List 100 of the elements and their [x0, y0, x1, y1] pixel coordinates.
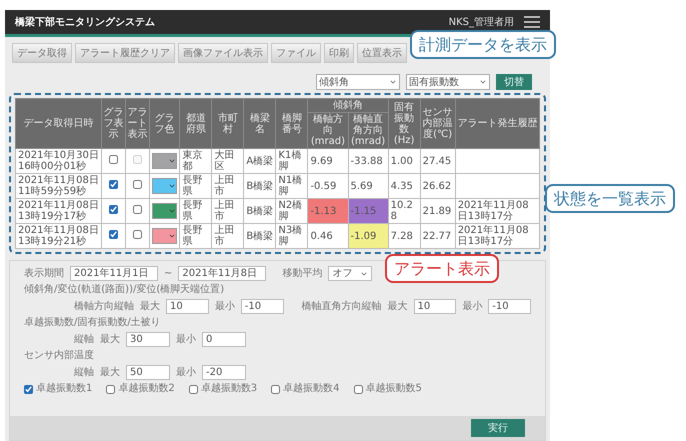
date-field[interactable]: 2021年11月1日	[70, 266, 158, 281]
callout: 状態を一覧表示	[545, 184, 675, 214]
table-cell: 2021年11月08日13時17分	[455, 224, 540, 248]
axis-label: 橋軸直角方向縦軸	[302, 300, 382, 312]
toolbar-button[interactable]: 位置表示	[357, 43, 407, 63]
toolbar-button[interactable]: ファイル	[271, 43, 321, 63]
column-header: アラート発生履歴	[455, 98, 540, 148]
column-header: データ取得日時	[16, 98, 102, 148]
graph-checkbox[interactable]	[109, 230, 118, 239]
table-cell: -33.88	[348, 148, 388, 174]
table-cell: 27.45	[420, 148, 456, 174]
field-label: 最大	[388, 300, 408, 312]
max-field[interactable]: 50	[126, 365, 170, 380]
toolbar-button[interactable]: データ取得	[12, 43, 72, 63]
alert-checkbox[interactable]	[133, 180, 142, 189]
view-select[interactable]: 固有振動数	[406, 74, 490, 90]
table-cell: A橋梁	[244, 148, 276, 174]
min-field[interactable]: -20	[202, 365, 246, 380]
app-title: 橋梁下部モニタリングシステム	[15, 15, 155, 29]
axis-label: 縦軸	[74, 334, 94, 346]
table-cell: 4.35	[388, 174, 420, 198]
column-header: グラフ色	[150, 98, 180, 148]
color-select[interactable]	[152, 203, 178, 219]
column-header: 固有振動数 (Hz)	[388, 98, 420, 148]
table-cell: B橋梁	[244, 224, 276, 248]
max-field[interactable]: 10	[414, 299, 456, 314]
checkbox-label: 卓越振動数3	[200, 383, 258, 395]
caret-icon	[168, 157, 176, 165]
table-cell: 2021年11月08日11時59分59秒	[16, 174, 102, 198]
table-cell: 22.77	[420, 224, 456, 248]
graph-checkbox[interactable]	[109, 180, 118, 189]
graph-checkbox[interactable]	[109, 155, 118, 164]
table-cell: 2021年11月08日13時17分	[455, 198, 540, 224]
min-field[interactable]: -10	[488, 299, 531, 314]
view-select[interactable]: 傾斜角	[316, 74, 400, 90]
switch-button[interactable]: 切替	[496, 74, 532, 90]
axis-label: 縦軸	[74, 366, 94, 378]
field-label: 移動平均	[282, 268, 322, 280]
table-cell: 5.69	[348, 174, 388, 198]
callout: 計測データを表示	[410, 30, 556, 60]
checkbox[interactable]	[354, 384, 362, 394]
checkbox[interactable]	[106, 384, 116, 394]
table-cell: 1.00	[388, 148, 420, 174]
table-cell: N2橋脚	[276, 198, 308, 224]
caret-icon	[389, 78, 397, 86]
checkbox[interactable]	[188, 384, 198, 394]
moving-average-select[interactable]: オフ	[328, 266, 372, 281]
checkbox[interactable]	[24, 384, 33, 394]
color-select[interactable]	[152, 153, 178, 169]
field-label: 最小	[462, 300, 482, 312]
column-header: 橋軸方向 (mrad)	[308, 112, 348, 148]
table-cell: 大田区	[212, 148, 244, 174]
caret-icon	[168, 182, 176, 190]
caret-icon	[479, 78, 487, 86]
column-header: 橋梁名	[244, 98, 276, 148]
toolbar-button[interactable]: 画像ファイル表示	[178, 43, 268, 63]
column-header: グラフ表示	[102, 98, 126, 148]
menu-icon[interactable]	[524, 16, 540, 28]
max-field[interactable]: 10	[166, 299, 209, 314]
table-cell: B橋梁	[244, 198, 276, 224]
table-cell: N3橋脚	[276, 224, 308, 248]
max-field[interactable]: 30	[126, 332, 170, 347]
table-cell: 9.69	[308, 148, 348, 174]
column-header: 都道府県	[180, 98, 212, 148]
range-separator: ~	[164, 268, 172, 280]
table-cell: 2021年11月08日13時19分21秒	[16, 224, 102, 248]
min-field[interactable]: 0	[202, 332, 246, 347]
field-label: 最小	[176, 366, 196, 378]
column-header: 橋軸直角方向 (mrad)	[348, 112, 388, 148]
table-cell: -1.09	[348, 224, 388, 248]
table-cell: -0.59	[308, 174, 348, 198]
toolbar-button[interactable]: 印刷	[324, 43, 354, 63]
field-label: 最大	[100, 334, 120, 346]
caret-icon	[168, 207, 176, 215]
table-cell: 長野県	[180, 224, 212, 248]
min-field[interactable]: -10	[240, 299, 284, 314]
table-cell: 東京都	[180, 148, 212, 174]
table-cell: 上田市	[212, 174, 244, 198]
column-header: 橋脚番号	[276, 98, 308, 148]
table-cell: K1橋脚	[276, 148, 308, 174]
checkbox[interactable]	[271, 384, 280, 394]
color-select[interactable]	[152, 178, 178, 194]
field-label: 最小	[176, 334, 196, 346]
field-label: 最大	[100, 366, 120, 378]
table-cell: 0.46	[308, 224, 348, 248]
date-field[interactable]: 2021年11月8日	[178, 266, 266, 281]
toolbar-button[interactable]: アラート履歴クリア	[75, 43, 175, 63]
table-cell: N1橋脚	[276, 174, 308, 198]
table-cell: 長野県	[180, 174, 212, 198]
alert-checkbox[interactable]	[133, 205, 142, 214]
alert-checkbox[interactable]	[133, 230, 142, 239]
checkbox-label: 卓越振動数4	[283, 383, 340, 395]
table-cell: 2021年10月30日16時00分01秒	[16, 148, 102, 174]
group-title: 傾斜角/変位(軌道(路面))/変位(橋脚天端位置)	[24, 284, 224, 296]
field-label: 表示期間	[24, 268, 64, 280]
table-cell: 10.28	[388, 198, 420, 224]
graph-checkbox[interactable]	[109, 205, 118, 214]
color-select[interactable]	[152, 228, 178, 244]
table-cell: 7.28	[388, 224, 420, 248]
execute-button[interactable]: 実行	[471, 419, 525, 437]
